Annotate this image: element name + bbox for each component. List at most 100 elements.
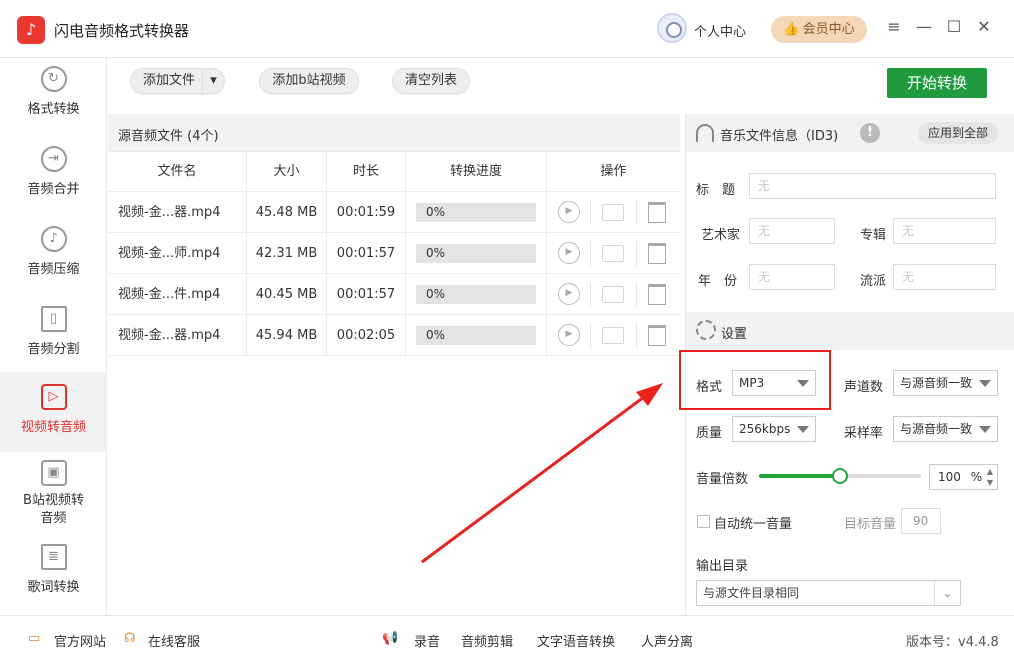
file-name-cell: 视频-金...器.mp4 (108, 192, 247, 233)
refresh-icon: ↻ (40, 66, 67, 92)
volume-label: 音量倍数 (696, 472, 749, 487)
album-field[interactable]: 无 (893, 218, 996, 244)
progress-bar: 0% (416, 326, 536, 345)
file-progress-cell: 0% (406, 192, 547, 233)
folder-icon[interactable] (602, 327, 624, 344)
add-bilibili-video-button[interactable]: 添加b站视频 (259, 68, 359, 94)
title-bar: ♪ 闪电音频格式转换器 个人中心 👍 会员中心 ≡ — ☐ ✕ (0, 0, 1014, 58)
auto-volume-checkbox[interactable] (697, 515, 710, 528)
year-field[interactable]: 无 (749, 264, 835, 290)
title-field[interactable]: 无 (749, 173, 996, 199)
progress-bar: 0% (416, 244, 536, 263)
play-icon[interactable]: ▶ (558, 283, 580, 305)
user-center-link[interactable]: 个人中心 (694, 21, 746, 40)
split-icon: ▯ (40, 306, 67, 332)
add-file-label: 添加文件 (143, 73, 196, 88)
apply-to-all-button[interactable]: 应用到全部 (918, 122, 998, 144)
avatar[interactable] (657, 13, 687, 43)
genre-field[interactable]: 无 (893, 264, 996, 290)
sidebar-item-format-convert[interactable]: ↻ 格式转换 (0, 66, 107, 138)
trash-icon[interactable] (648, 284, 666, 305)
target-volume-label: 目标音量 (844, 517, 897, 532)
samplerate-label: 采样率 (844, 426, 884, 441)
sidebar-item-video-to-audio[interactable]: ▷ 视频转音频 (0, 372, 107, 452)
close-icon[interactable]: ✕ (974, 17, 994, 37)
headphones-icon (696, 124, 714, 142)
volume-slider-track[interactable] (759, 468, 921, 484)
settings-title: 设置 (721, 327, 748, 342)
headset-icon: ☊ (124, 631, 136, 646)
channels-select[interactable]: 与源音频一致 (893, 370, 998, 396)
minimize-icon[interactable]: — (914, 17, 934, 37)
menu-icon[interactable]: ≡ (884, 17, 904, 37)
volume-stepper[interactable]: 100 % ▲ ▼ (929, 464, 998, 490)
add-file-button[interactable]: 添加文件 ▾ (130, 68, 225, 94)
genre-field-label: 流派 (860, 274, 887, 289)
online-support-link[interactable]: 在线客服 (148, 631, 200, 650)
file-size-cell: 45.48 MB (247, 192, 327, 233)
file-duration-cell: 00:01:59 (327, 192, 406, 233)
sidebar-item-label: 格式转换 (27, 102, 80, 117)
play-icon[interactable]: ▶ (558, 324, 580, 346)
file-duration-cell: 00:01:57 (327, 274, 406, 315)
sidebar-item-audio-split[interactable]: ▯ 音频分割 (0, 306, 107, 378)
sidebar-item-label: 歌词转换 (27, 580, 80, 595)
sidebar-item-label: 音频压缩 (27, 262, 80, 277)
volume-slider-handle[interactable] (832, 468, 848, 484)
sidebar-item-label-line2: 音频 (40, 511, 67, 526)
folder-icon[interactable] (602, 204, 624, 221)
sidebar-item-bilibili-to-audio[interactable]: ▣ B站视频转 音频 (0, 460, 107, 540)
title-field-label: 标 题 (696, 183, 736, 198)
file-name-cell: 视频-金...师.mp4 (108, 233, 247, 274)
file-size-cell: 42.31 MB (247, 233, 327, 274)
maximize-icon[interactable]: ☐ (944, 17, 964, 37)
chevron-down-icon[interactable]: ▾ (202, 69, 224, 93)
settings-header: 设置 (686, 312, 1014, 350)
play-icon[interactable]: ▶ (558, 242, 580, 264)
output-dir-select[interactable]: 与源文件目录相同 ⌄ (696, 580, 961, 606)
id3-header: 音乐文件信息（ID3) ! 应用到全部 (686, 114, 1014, 152)
file-list-header: 源音频文件 (4个) (108, 114, 680, 152)
record-link[interactable]: 录音 (414, 631, 440, 650)
target-volume-field[interactable]: 90 (901, 508, 941, 534)
stepper-arrows-icon[interactable]: ▲ ▼ (987, 466, 993, 488)
file-name-cell: 视频-金...件.mp4 (108, 274, 247, 315)
column-header-actions: 操作 (547, 152, 680, 192)
trash-icon[interactable] (648, 202, 666, 223)
column-header-progress: 转换进度 (406, 152, 547, 192)
samplerate-select[interactable]: 与源音频一致 (893, 416, 998, 442)
file-actions-cell: ▶ (547, 233, 680, 274)
volume-value: 100 (938, 470, 961, 484)
quality-select[interactable]: 256kbps (732, 416, 816, 442)
lyrics-file-icon: ≣ (40, 544, 67, 570)
start-convert-button[interactable]: 开始转换 (887, 68, 987, 98)
quality-value: 256kbps (739, 422, 791, 436)
clear-list-button[interactable]: 清空列表 (392, 68, 470, 94)
vip-center-button[interactable]: 👍 会员中心 (771, 16, 867, 43)
folder-icon[interactable] (602, 245, 624, 262)
vocal-split-link[interactable]: 人声分离 (641, 631, 693, 650)
official-website-link[interactable]: 官方网站 (54, 631, 106, 650)
file-duration-cell: 00:01:57 (327, 233, 406, 274)
trash-icon[interactable] (648, 325, 666, 346)
progress-bar: 0% (416, 203, 536, 222)
file-name-cell: 视频-金...器.mp4 (108, 315, 247, 356)
sidebar-item-lyrics-convert[interactable]: ≣ 歌词转换 (0, 544, 107, 614)
folder-icon[interactable] (602, 286, 624, 303)
sidebar-item-label: 视频转音频 (20, 420, 86, 435)
sidebar: ↻ 格式转换 ⇥ 音频合并 ♪ 音频压缩 ▯ 音频分割 ▷ 视频转音频 ▣ B站… (0, 58, 107, 615)
sidebar-item-audio-compress[interactable]: ♪ 音频压缩 (0, 226, 107, 298)
output-dir-label: 输出目录 (696, 559, 749, 574)
tts-link[interactable]: 文字语音转换 (537, 631, 615, 650)
highlight-box (679, 350, 831, 410)
audio-edit-link[interactable]: 音频剪辑 (461, 631, 513, 650)
play-icon[interactable]: ▶ (558, 201, 580, 223)
vip-center-label: 会员中心 (802, 22, 855, 37)
bottom-bar: ▭ 官方网站 ☊ 在线客服 📢 录音 音频剪辑 文字语音转换 人声分离 版本号：… (0, 615, 1014, 664)
music-note-icon: ♪ (17, 16, 45, 44)
trash-icon[interactable] (648, 243, 666, 264)
info-icon[interactable]: ! (860, 123, 880, 143)
progress-bar: 0% (416, 285, 536, 304)
sidebar-item-audio-merge[interactable]: ⇥ 音频合并 (0, 146, 107, 218)
artist-field[interactable]: 无 (749, 218, 835, 244)
